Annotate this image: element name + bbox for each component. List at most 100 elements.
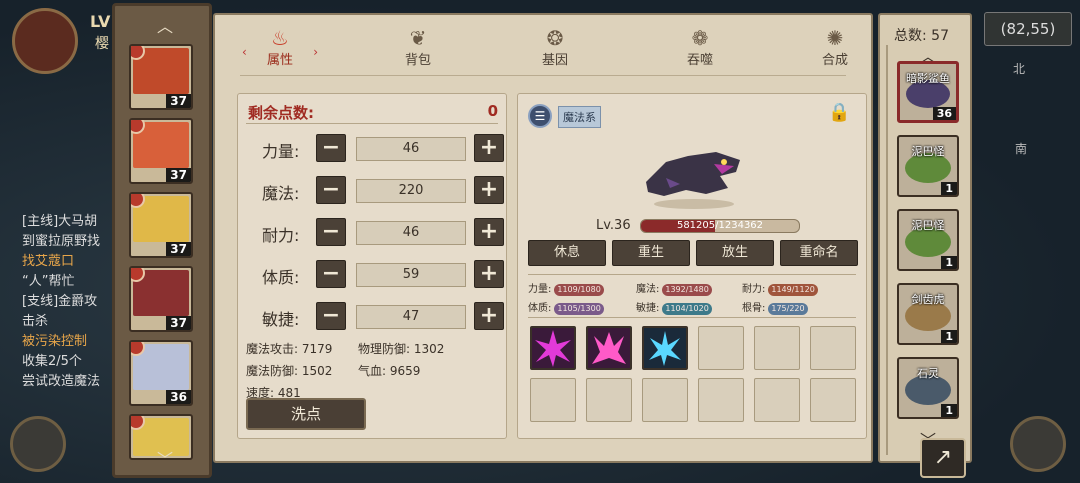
pet-main-panel: ‹ ♨ 属性 › ❦ 背包 ❂ 基因 ❁ 吞噬 ✺ 合成 剩余点数: 0 力量: <box>213 13 873 463</box>
quest-line: “人”帮忙 <box>22 274 75 289</box>
skill-slot[interactable] <box>586 326 632 370</box>
pet-card[interactable]: 泥巴怪 1 <box>897 135 959 197</box>
quest-tracker[interactable]: [主线]大马胡 到蜜拉原野找 找艾蔻口 “人”帮忙 [支线]金爵攻 击杀 被污染… <box>22 212 114 392</box>
decrease-button[interactable]: − <box>316 218 346 246</box>
decrease-button[interactable]: − <box>316 134 346 162</box>
pet-card-name: 泥巴怪 <box>911 145 945 158</box>
skill-slot-empty[interactable] <box>586 378 632 422</box>
increase-button[interactable]: + <box>474 176 504 204</box>
stat-name: 耐力: <box>262 226 300 245</box>
increase-button[interactable]: + <box>474 302 504 330</box>
skill-slot-empty[interactable] <box>810 378 856 422</box>
pet-card-level: 36 <box>932 107 956 120</box>
pet-card[interactable]: 石灵 1 <box>897 357 959 419</box>
pet-card[interactable]: 泥巴怪 1 <box>897 209 959 271</box>
tab-label: 基因 <box>541 53 568 68</box>
tab-attribute[interactable]: ‹ ♨ 属性 › <box>240 23 320 77</box>
compass-north-label: 北 <box>1013 62 1026 76</box>
pet-total-count: 总数: 57 <box>894 28 949 44</box>
tab-label: 属性 <box>266 53 293 68</box>
hero-level: 37 <box>166 94 191 108</box>
share-icon[interactable]: ↗ <box>920 438 966 478</box>
skill-slot-empty[interactable] <box>698 378 744 422</box>
pet-card[interactable]: 剑齿虎 1 <box>897 283 959 345</box>
skill-slot-empty[interactable] <box>754 326 800 370</box>
tab-chevron-left-icon: ‹ <box>242 45 247 59</box>
pet-attr: 耐力: 1149/1120 <box>742 280 818 296</box>
skill-slot-empty[interactable] <box>642 378 688 422</box>
increase-button[interactable]: + <box>474 260 504 288</box>
tab-synthesis[interactable]: ✺ 合成 <box>795 23 875 77</box>
rebirth-button[interactable]: 重生 <box>612 240 690 266</box>
decrease-button[interactable]: − <box>316 260 346 288</box>
scroll-up-icon[interactable]: ︿ <box>153 19 177 35</box>
ice-shard-icon <box>649 331 681 366</box>
pet-card[interactable]: 暗影鲨鱼 36 <box>897 61 959 123</box>
synthesis-icon: ✺ <box>826 26 844 50</box>
decrease-button[interactable]: − <box>316 176 346 204</box>
pet-roster: 总数: 57 ︿ 暗影鲨鱼 36 泥巴怪 1 泥巴怪 1 剑齿虎 1 石灵 1 … <box>878 13 972 463</box>
remaining-points-value: 0 <box>487 102 498 120</box>
decrease-button[interactable]: − <box>316 302 346 330</box>
stat-name: 体质: <box>262 268 300 287</box>
hero-card[interactable]: 37 <box>129 192 193 258</box>
magic-attack: 魔法攻击: 7179 <box>246 342 333 356</box>
hero-card[interactable]: 37 <box>129 44 193 110</box>
hero-level: 37 <box>166 242 191 256</box>
list-menu-icon[interactable]: ☰ <box>528 104 552 128</box>
quest-line: 被污染控制 <box>22 334 88 349</box>
attribute-panel: 剩余点数: 0 力量: − 46 + 魔法: − 220 + 耐力: − 46 … <box>237 93 507 439</box>
pet-level: Lv.36 <box>596 218 631 233</box>
skill-slot[interactable] <box>642 326 688 370</box>
pet-attribute-grid: 力量: 1109/1080 魔法: 1392/1480 耐力: 1149/1120 体… <box>528 274 856 318</box>
pink-flame-icon <box>592 332 626 364</box>
scroll-down-icon[interactable]: ﹀ <box>153 452 177 468</box>
player-avatar[interactable] <box>12 8 78 74</box>
skill-slot-empty[interactable] <box>754 378 800 422</box>
stat-name: 力量: <box>262 142 300 161</box>
tab-bag[interactable]: ❦ 背包 <box>378 23 458 77</box>
player-level: LV <box>90 12 111 31</box>
gene-icon: ❂ <box>546 26 564 50</box>
increase-button[interactable]: + <box>474 218 504 246</box>
stat-row-agility: 敏捷: − 47 + <box>244 300 504 334</box>
release-button[interactable]: 放生 <box>696 240 774 266</box>
skill-slot-empty[interactable] <box>810 326 856 370</box>
pet-card-name: 暗影鲨鱼 <box>906 72 950 85</box>
skill-round-button-right[interactable] <box>1010 416 1066 472</box>
magic-defense: 魔法防御: 1502 <box>246 364 333 378</box>
hero-card[interactable]: 36 <box>129 340 193 406</box>
rest-button[interactable]: 休息 <box>528 240 606 266</box>
pet-card-name: 剑齿虎 <box>911 293 945 306</box>
skill-round-button-left[interactable] <box>10 416 66 472</box>
pet-attr: 敏捷: 1104/1020 <box>636 299 712 315</box>
rename-button[interactable]: 重命名 <box>780 240 858 266</box>
stat-value: 46 <box>356 137 466 161</box>
lock-icon[interactable]: 🔒 <box>828 102 850 130</box>
hero-card[interactable]: 37 <box>129 118 193 184</box>
hero-card[interactable]: 37 <box>129 266 193 332</box>
skill-slot-empty[interactable] <box>530 378 576 422</box>
physical-defense: 物理防御: 1302 <box>358 342 445 356</box>
quest-line: [支线]金爵攻 <box>22 294 98 309</box>
stat-row-magic: 魔法: − 220 + <box>244 174 504 208</box>
increase-button[interactable]: + <box>474 134 504 162</box>
stat-value: 47 <box>356 305 466 329</box>
coordinate-readout: (82,55) <box>984 12 1072 46</box>
tab-chevron-right-icon: › <box>313 45 318 59</box>
tab-devour[interactable]: ❁ 吞噬 <box>660 23 740 77</box>
pet-attr: 魔法: 1392/1480 <box>636 280 712 296</box>
stat-row-strength: 力量: − 46 + <box>244 132 504 166</box>
devour-icon: ❁ <box>691 26 709 50</box>
pet-hp-text: 581205/1234362 <box>676 220 764 231</box>
purple-burst-icon <box>535 330 571 367</box>
skill-slot[interactable] <box>530 326 576 370</box>
pet-card-name: 泥巴怪 <box>911 219 945 232</box>
reset-points-button[interactable]: 洗点 <box>246 398 366 430</box>
attribute-icon: ♨ <box>271 26 289 50</box>
tab-gene[interactable]: ❂ 基因 <box>515 23 595 77</box>
pet-type-badge: 魔法系 <box>558 106 601 128</box>
pet-card-level: 1 <box>941 330 957 343</box>
remaining-points: 剩余点数: 0 <box>246 100 498 124</box>
skill-slot-empty[interactable] <box>698 326 744 370</box>
